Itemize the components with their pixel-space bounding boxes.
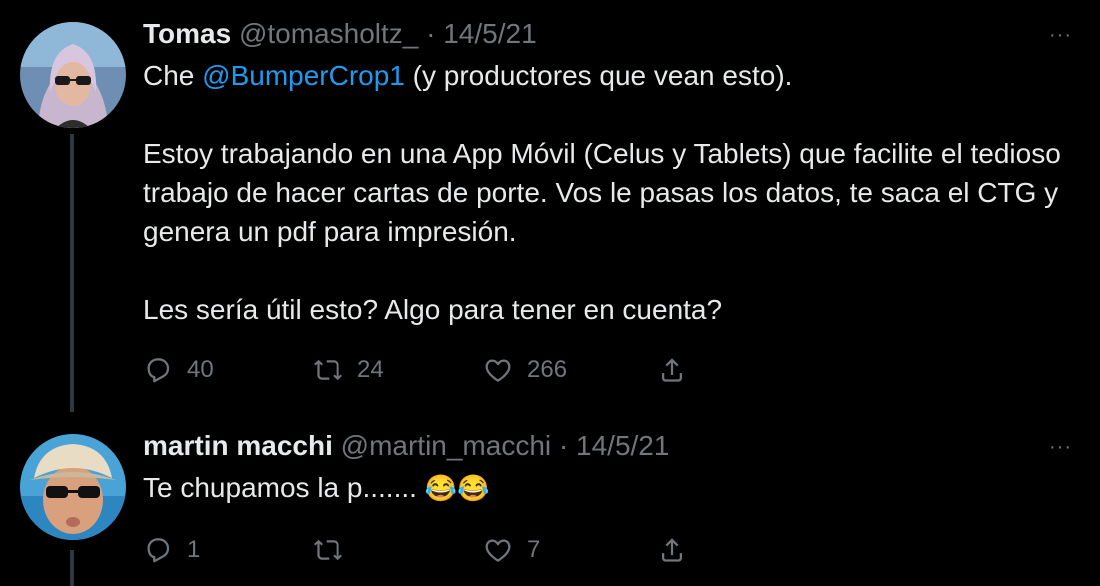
share-icon — [662, 358, 682, 382]
reply-count: 1 — [187, 536, 201, 563]
retweet-button[interactable] — [313, 530, 357, 570]
paragraph: Estoy trabajando en una App Móvil (Celus… — [143, 138, 1061, 247]
laughing-emoji: 😂😂 — [424, 473, 490, 503]
like-count: 266 — [527, 356, 568, 383]
text-segment: (y productores que vean esto). — [404, 60, 793, 91]
share-button[interactable] — [657, 350, 687, 390]
more-icon[interactable]: ··· — [1049, 437, 1072, 457]
like-icon — [485, 359, 511, 382]
share-button[interactable] — [657, 530, 687, 570]
action-bar: 1 7 — [143, 530, 703, 570]
reply-icon — [147, 538, 170, 563]
text-segment: Che — [143, 60, 203, 91]
like-button[interactable]: 7 — [483, 530, 540, 570]
tweet[interactable]: Tomas @tomasholtz_ · 14/5/21 ··· Che @Bu… — [0, 0, 1100, 412]
tweet-text: Te chupamos la p....... 😂😂 — [143, 468, 1063, 508]
avatar[interactable] — [20, 434, 126, 540]
display-name[interactable]: martin macchi — [143, 430, 333, 461]
paragraph: Les sería útil esto? Algo para tener en … — [143, 294, 723, 325]
more-icon[interactable]: ··· — [1049, 25, 1072, 45]
separator: · — [558, 430, 569, 461]
share-icon — [662, 538, 682, 562]
display-name[interactable]: Tomas — [143, 18, 231, 49]
tweet-date[interactable]: 14/5/21 — [443, 18, 536, 49]
retweet-icon — [314, 359, 342, 381]
tweet-date[interactable]: 14/5/21 — [576, 430, 669, 461]
tweet-header: Tomas @tomasholtz_ · 14/5/21 — [143, 14, 537, 54]
like-button[interactable]: 266 — [483, 350, 567, 390]
tweet-header: martin macchi @martin_macchi · 14/5/21 — [143, 426, 669, 466]
reply-button[interactable]: 40 — [143, 350, 214, 390]
tweet-text: Che @BumperCrop1 (y productores que vean… — [143, 56, 1063, 329]
like-icon — [485, 539, 511, 562]
action-bar: 40 24 266 — [143, 350, 703, 390]
thread-line — [70, 550, 74, 586]
text-segment: Te chupamos la p....... — [143, 472, 425, 503]
user-handle[interactable]: @tomasholtz_ — [239, 18, 418, 49]
user-handle[interactable]: @martin_macchi — [341, 430, 551, 461]
reply-icon — [147, 358, 170, 383]
retweet-count: 24 — [357, 356, 384, 383]
like-count: 7 — [527, 536, 541, 563]
separator: · — [426, 18, 436, 49]
reply-button[interactable]: 1 — [143, 530, 200, 570]
retweet-button[interactable]: 24 — [313, 350, 384, 390]
reply-count: 40 — [187, 356, 214, 383]
tweet[interactable]: martin macchi @martin_macchi · 14/5/21 ·… — [0, 412, 1100, 586]
retweet-icon — [314, 539, 342, 561]
mention-link[interactable]: @BumperCrop1 — [202, 60, 405, 91]
avatar[interactable] — [20, 22, 126, 128]
thread-line — [70, 134, 74, 412]
